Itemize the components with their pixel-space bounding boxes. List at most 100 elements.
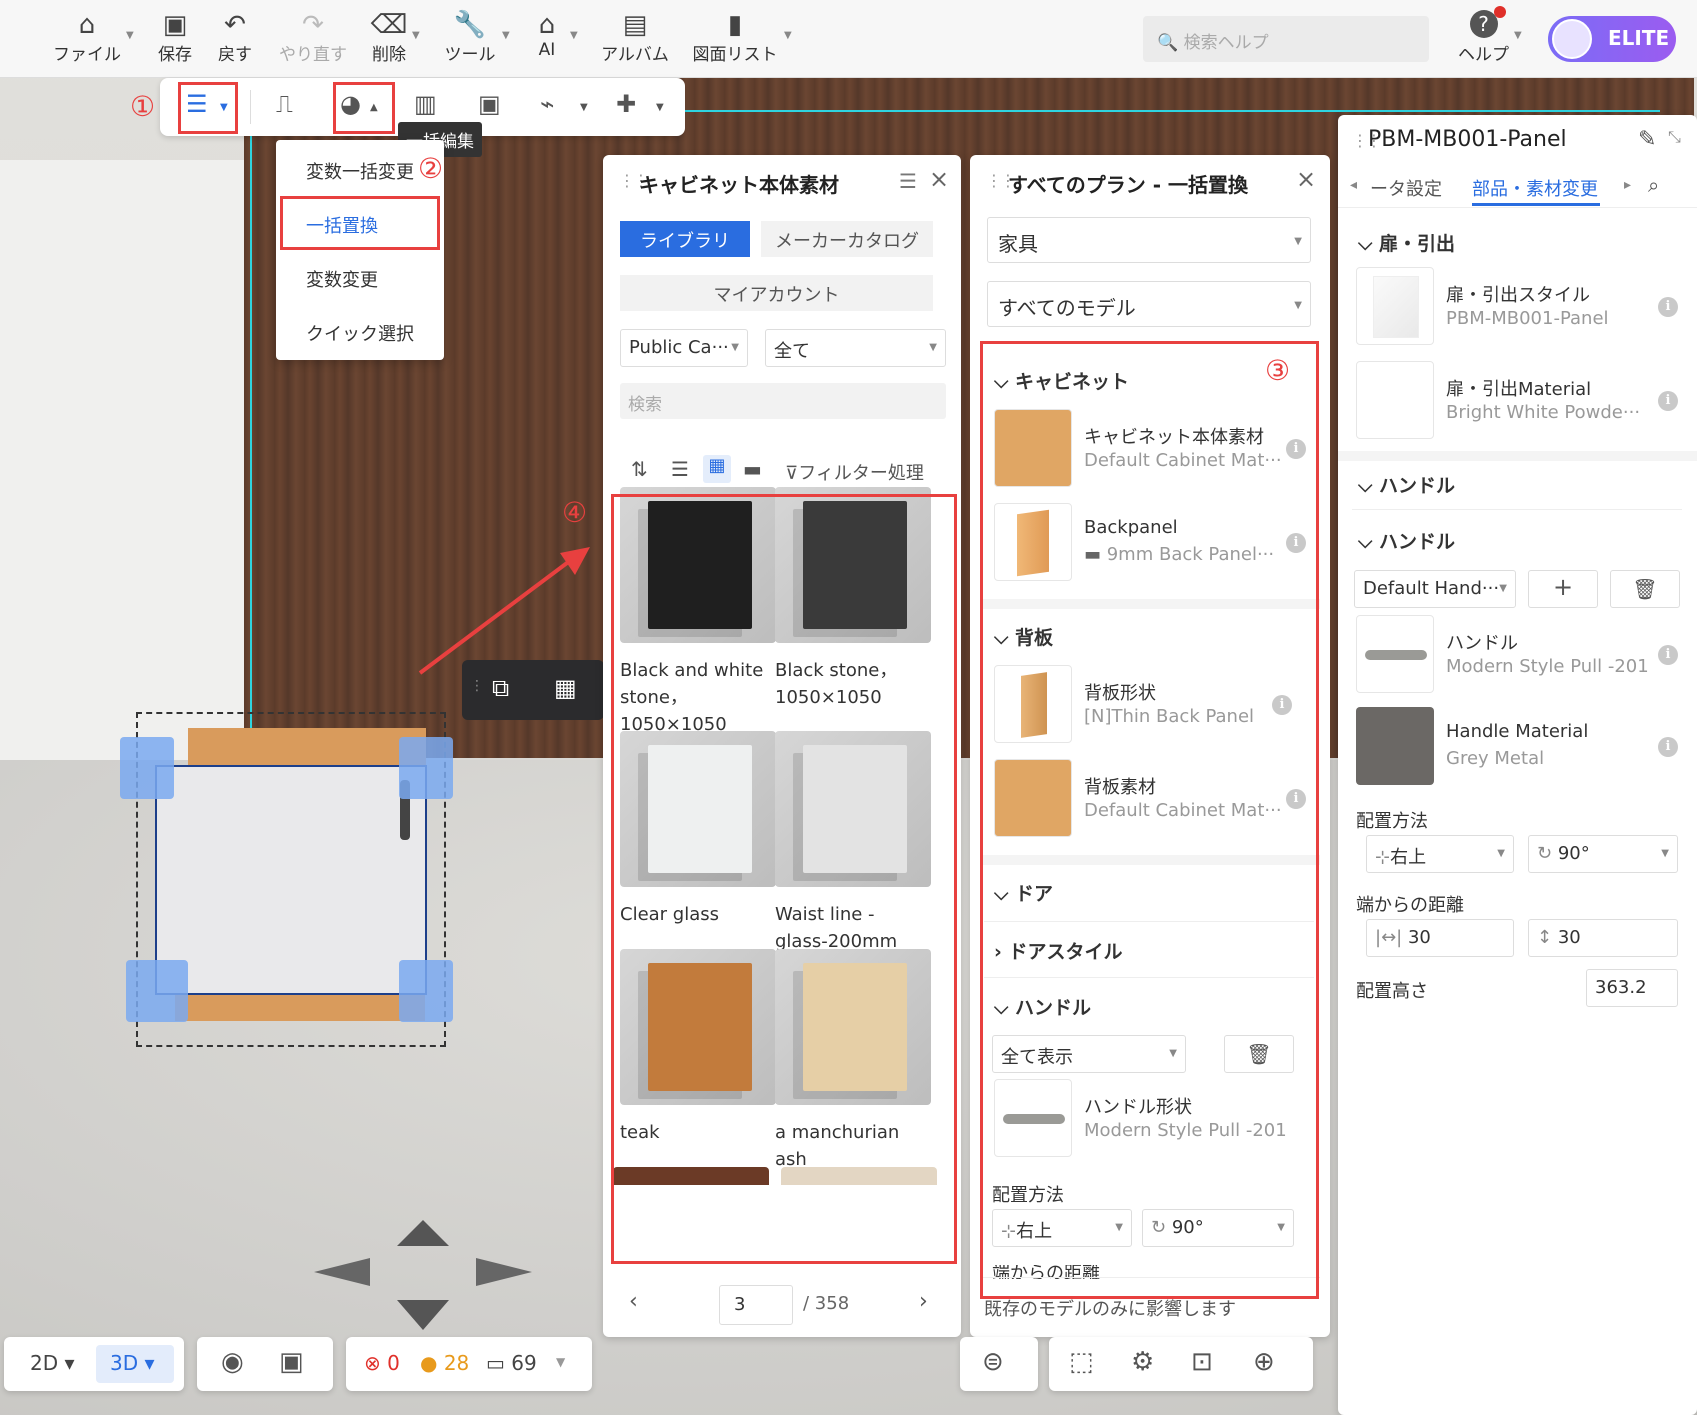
- edge-horizontal-input[interactable]: |↔| 30: [1366, 919, 1514, 957]
- highlight-box: [178, 82, 238, 134]
- album-button[interactable]: ▤ アルバム: [600, 10, 670, 65]
- edge-vertical-input[interactable]: ↕ 30: [1528, 919, 1678, 957]
- split-icon[interactable]: ▥: [414, 90, 437, 118]
- close-icon[interactable]: ×: [929, 165, 949, 193]
- info-icon[interactable]: i: [1658, 391, 1678, 411]
- pan-right-icon[interactable]: [476, 1258, 532, 1286]
- pan-up-icon[interactable]: [397, 1220, 449, 1246]
- puzzle-icon[interactable]: ✚: [616, 90, 636, 118]
- info-icon[interactable]: i: [1658, 645, 1678, 665]
- help-button[interactable]: ? ヘルプ: [1458, 6, 1509, 65]
- chevron-down-icon[interactable]: ▼: [656, 102, 664, 113]
- placement-position-select[interactable]: ⊹右上 ▼: [1366, 835, 1514, 873]
- toggle-icon[interactable]: ⊜: [982, 1347, 1004, 1377]
- section-door-drawer[interactable]: ⌵ 扉・引出: [1358, 229, 1455, 256]
- frame-select-icon[interactable]: ▣: [478, 90, 501, 118]
- cabinet-door[interactable]: [155, 765, 427, 995]
- menu-icon[interactable]: ☰: [899, 169, 917, 193]
- chevron-down-icon[interactable]: ▼: [502, 30, 510, 41]
- prev-page-icon[interactable]: ‹: [629, 1289, 638, 1314]
- folder-icon[interactable]: ▬: [743, 457, 762, 481]
- ai-button[interactable]: ⌂ AI: [530, 10, 564, 60]
- tab-scroll-right-icon[interactable]: ▸: [1624, 177, 1631, 193]
- chevron-down-icon[interactable]: ▼: [1514, 30, 1522, 41]
- pan-left-icon[interactable]: [314, 1258, 370, 1286]
- category-filter-select[interactable]: 全て ▼: [765, 329, 946, 367]
- warning-count[interactable]: ● 28: [420, 1351, 469, 1375]
- next-page-icon[interactable]: ›: [919, 1289, 928, 1314]
- resize-handle[interactable]: [399, 960, 453, 1022]
- close-icon[interactable]: ×: [1296, 165, 1316, 193]
- placement-height-input[interactable]: 363.2: [1586, 969, 1678, 1007]
- collapse-icon[interactable]: ⤡: [1668, 127, 1681, 147]
- help-search-input[interactable]: 🔍 検索ヘルプ: [1143, 16, 1429, 62]
- chevron-down-icon[interactable]: ▼: [556, 1355, 565, 1369]
- save-button[interactable]: ▣ 保存: [152, 10, 198, 65]
- delete-handle-button[interactable]: 🗑: [1610, 570, 1680, 608]
- redo-icon: ↷: [302, 10, 324, 40]
- frame-settings-icon[interactable]: ⚙: [1131, 1347, 1154, 1377]
- cabinet-top: [188, 728, 426, 768]
- menu-item-variable-change[interactable]: 変数変更: [306, 266, 378, 292]
- info-icon[interactable]: i: [1658, 297, 1678, 317]
- cube-icon[interactable]: ▣: [279, 1347, 304, 1377]
- frame-icon[interactable]: ▦: [554, 674, 577, 702]
- ai-icon: ⌂: [538, 10, 556, 40]
- view-2d-button[interactable]: 2D ▾: [30, 1351, 75, 1375]
- error-count[interactable]: ⊗ 0: [364, 1351, 400, 1375]
- handle-select[interactable]: Default Hand··· ▼: [1354, 570, 1516, 608]
- row-subtitle: Grey Metal: [1446, 748, 1545, 769]
- resize-handle[interactable]: [120, 737, 174, 799]
- info-icon[interactable]: i: [1658, 737, 1678, 757]
- pan-down-icon[interactable]: [397, 1300, 449, 1330]
- material-search-input[interactable]: 検索: [620, 383, 946, 419]
- sort-icon[interactable]: ⇅: [631, 457, 648, 481]
- chevron-down-icon[interactable]: ▼: [784, 30, 792, 41]
- resize-handle[interactable]: [399, 737, 453, 799]
- tab-scroll-left-icon[interactable]: ◂: [1350, 177, 1357, 193]
- placement-angle-select[interactable]: ↻ 90° ▼: [1528, 835, 1678, 873]
- select-frame-icon[interactable]: ⬚: [1069, 1347, 1094, 1377]
- my-account-button[interactable]: マイアカウント: [620, 275, 933, 311]
- drawing-list-button[interactable]: ▮ 図面リスト: [692, 10, 778, 65]
- brush-icon[interactable]: ⌁: [540, 90, 554, 118]
- add-handle-button[interactable]: +: [1528, 570, 1598, 608]
- eye-icon[interactable]: ◉: [221, 1347, 244, 1377]
- elite-account-badge[interactable]: ELITE: [1548, 16, 1676, 62]
- toggle-bar: ⊜: [960, 1337, 1038, 1391]
- section-handle[interactable]: ⌵ ハンドル: [1358, 471, 1455, 498]
- edit-icon[interactable]: ✎: [1638, 127, 1656, 152]
- grid-view-icon[interactable]: ▦: [703, 455, 731, 483]
- chevron-down-icon[interactable]: ▼: [126, 30, 134, 41]
- category-select[interactable]: 家具 ▼: [987, 217, 1311, 263]
- tools-button[interactable]: 🔧 ツール: [440, 10, 500, 65]
- redo-button[interactable]: ↷ やり直す: [278, 10, 348, 65]
- chevron-down-icon[interactable]: ▼: [570, 30, 578, 41]
- zoom-frame-icon[interactable]: ⊕: [1253, 1347, 1275, 1377]
- drag-handle-icon[interactable]: ⋮: [470, 678, 484, 694]
- list-view-icon[interactable]: ☰: [671, 457, 689, 481]
- resize-handle[interactable]: [126, 960, 188, 1022]
- filter-button[interactable]: ⊽フィルター処理: [785, 459, 924, 485]
- delete-button[interactable]: ⌫ 削除: [366, 10, 412, 65]
- undo-button[interactable]: ↶ 戻す: [212, 10, 258, 65]
- select-layer-icon[interactable]: ⧉: [492, 674, 509, 702]
- tab-catalog[interactable]: メーカーカタログ: [761, 221, 933, 257]
- source-select[interactable]: Public Ca··· ▼: [620, 329, 748, 367]
- paint-roller-icon[interactable]: ⎍: [276, 90, 293, 118]
- item-count[interactable]: ▭ 69: [486, 1351, 537, 1375]
- tab-parameters[interactable]: ータ設定: [1370, 175, 1442, 201]
- file-button[interactable]: ⌂ ファイル: [52, 10, 122, 65]
- menu-item-quick-select[interactable]: クイック選択: [306, 320, 414, 346]
- chevron-down-icon[interactable]: ▼: [580, 102, 588, 113]
- search-icon[interactable]: ⌕: [1648, 173, 1659, 197]
- tab-parts-materials[interactable]: 部品・素材変更: [1472, 175, 1598, 201]
- focus-icon[interactable]: ⊡: [1191, 1347, 1213, 1377]
- page-input[interactable]: 3: [719, 1285, 793, 1325]
- tab-library[interactable]: ライブラリ: [620, 221, 750, 257]
- view-3d-button[interactable]: 3D ▾: [96, 1345, 174, 1383]
- menu-item-variable-batch[interactable]: 変数一括変更: [306, 158, 414, 184]
- subsection-handle[interactable]: ⌵ ハンドル: [1358, 527, 1455, 554]
- model-select[interactable]: すべてのモデル ▼: [987, 281, 1311, 327]
- chevron-down-icon[interactable]: ▼: [412, 30, 420, 41]
